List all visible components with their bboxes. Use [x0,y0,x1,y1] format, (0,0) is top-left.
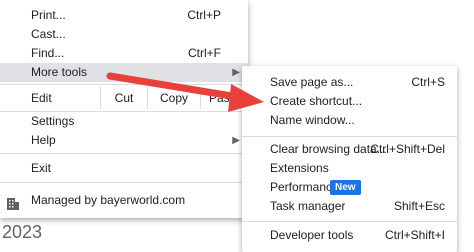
annotation-arrow-icon [106,72,264,112]
